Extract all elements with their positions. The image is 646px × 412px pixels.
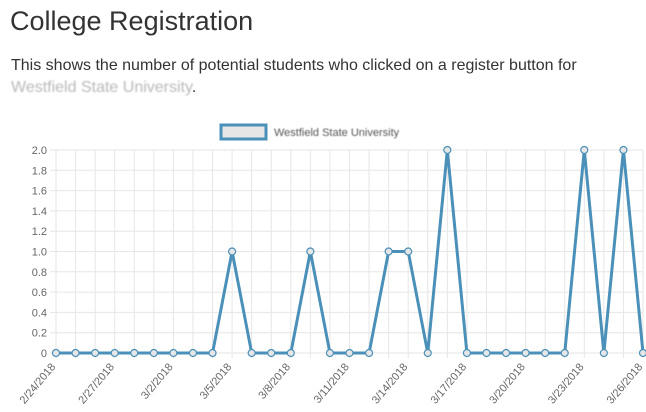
y-tick-label: 0.4 xyxy=(32,307,47,319)
chart-legend[interactable]: Westfield State University xyxy=(219,123,400,141)
data-point[interactable] xyxy=(443,145,452,155)
data-point[interactable] xyxy=(462,348,471,358)
data-point[interactable] xyxy=(286,348,295,358)
data-point[interactable] xyxy=(580,145,589,155)
y-tick-label: 1.4 xyxy=(32,206,47,218)
line-chart: 2.0 1.8 1.6 1.4 1.2 1.0 0.8 0.6 0.4 0.2 0 2/24/201… xyxy=(18,123,646,406)
data-point[interactable] xyxy=(560,348,569,358)
x-tick-label: 2/24/2018 xyxy=(18,361,59,406)
data-point[interactable] xyxy=(208,348,217,358)
x-tick-label: 2/27/2018 xyxy=(76,361,117,406)
x-tick-label: 3/20/2018 xyxy=(487,361,528,406)
x-tick-label: 3/23/2018 xyxy=(546,361,587,406)
data-point[interactable] xyxy=(541,348,550,358)
data-point[interactable] xyxy=(51,348,61,358)
data-point[interactable] xyxy=(619,145,628,155)
y-tick-label: 1.6 xyxy=(32,186,47,198)
x-tick-label: 3/11/2018 xyxy=(312,361,352,406)
data-point[interactable] xyxy=(267,348,276,358)
y-tick-label: 0.6 xyxy=(32,287,47,299)
x-tick-label: 3/8/2018 xyxy=(256,361,293,402)
data-point[interactable] xyxy=(228,247,237,256)
data-point[interactable] xyxy=(599,348,608,358)
data-point[interactable] xyxy=(169,348,178,358)
y-tick-label: 0 xyxy=(41,348,47,360)
data-point[interactable] xyxy=(345,348,354,358)
data-point[interactable] xyxy=(638,348,646,358)
data-point[interactable] xyxy=(384,247,393,256)
data-point[interactable] xyxy=(149,348,158,358)
y-tick-label: 1.2 xyxy=(32,226,47,238)
legend-label[interactable]: Westfield State University xyxy=(274,127,400,139)
legend-swatch[interactable] xyxy=(219,123,268,141)
y-tick-label: 0.8 xyxy=(32,267,47,279)
x-tick-label: 3/14/2018 xyxy=(370,361,411,406)
y-tick-label: 0.2 xyxy=(32,328,47,340)
data-point[interactable] xyxy=(364,348,374,358)
x-axis: 2/24/2018 2/27/2018 3/2/2018 3/5/2018 3/8/20… xyxy=(18,361,646,406)
x-tick-label: 3/5/2018 xyxy=(198,361,235,402)
data-point[interactable] xyxy=(521,348,530,358)
data-point[interactable] xyxy=(404,247,413,256)
x-tick-label: 3/17/2018 xyxy=(429,361,470,406)
data-point[interactable] xyxy=(501,348,511,358)
data-point[interactable] xyxy=(188,348,198,358)
x-tick-label: 3/26/2018 xyxy=(605,361,646,406)
chart-grid xyxy=(50,149,644,358)
data-point[interactable] xyxy=(130,348,139,358)
data-point[interactable] xyxy=(247,348,256,358)
data-point[interactable] xyxy=(306,247,315,256)
y-tick-label: 2.0 xyxy=(32,145,47,157)
y-axis: 2.0 1.8 1.6 1.4 1.2 1.0 0.8 0.6 0.4 0.2 0 xyxy=(32,145,47,360)
x-tick-label: 3/2/2018 xyxy=(139,361,176,402)
data-point[interactable] xyxy=(71,348,80,358)
data-point[interactable] xyxy=(325,348,335,358)
data-point[interactable] xyxy=(423,348,432,358)
data-point[interactable] xyxy=(91,348,100,358)
data-point[interactable] xyxy=(110,348,119,358)
data-point[interactable] xyxy=(482,348,491,358)
y-tick-label: 1.0 xyxy=(32,247,47,259)
y-tick-label: 1.8 xyxy=(32,165,47,177)
